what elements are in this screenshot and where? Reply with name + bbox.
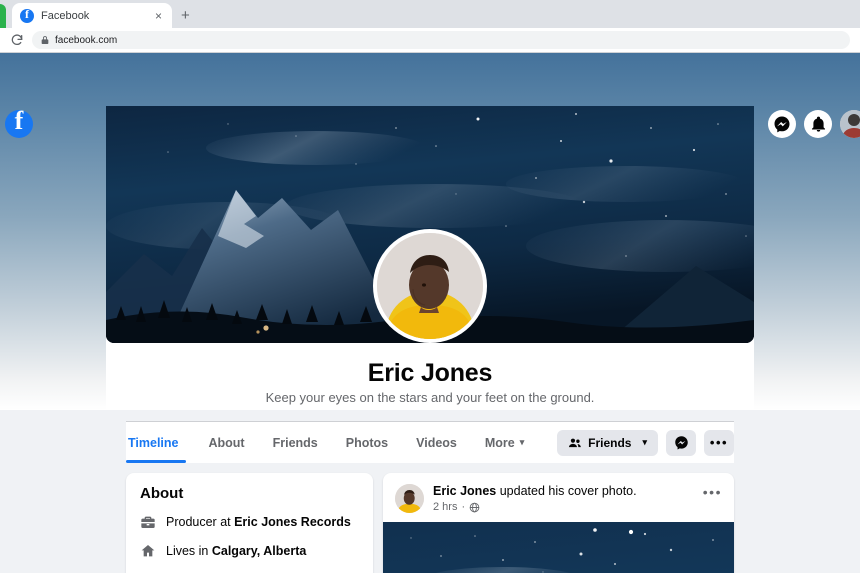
friends-status-button[interactable]: Friends ▾ [557, 429, 658, 456]
tab-title: Facebook [41, 9, 90, 22]
account-avatar-image [840, 110, 860, 138]
browser-toolbar: facebook.com [0, 28, 860, 53]
tab-photos[interactable]: Photos [332, 422, 402, 463]
notifications-button[interactable] [804, 110, 832, 138]
post-subline: 2 hrs · [433, 501, 694, 513]
post-author-name[interactable]: Eric Jones [433, 484, 496, 498]
about-card: About Producer at Eric Jones Records Liv… [126, 473, 373, 573]
tab-photos-label: Photos [345, 435, 389, 450]
tab-more-label: More [484, 435, 515, 450]
profile-photo[interactable] [373, 229, 487, 343]
account-avatar[interactable] [840, 110, 860, 138]
profile-actions: Friends ▾ ••• [557, 429, 734, 456]
post-header: Eric Jones updated his cover photo. 2 hr… [383, 473, 734, 522]
browser-chrome: Facebook × + facebook.com [0, 0, 860, 53]
about-card-title: About [140, 485, 184, 502]
profile-content: About Producer at Eric Jones Records Liv… [0, 463, 860, 573]
tab-videos-label: Videos [416, 435, 457, 450]
about-work-text: Producer at Eric Jones Records [166, 515, 351, 529]
about-lives-value[interactable]: Calgary, Alberta [212, 544, 306, 558]
reload-icon[interactable] [10, 33, 24, 47]
tab-timeline[interactable]: Timeline [126, 422, 194, 463]
profile-nav-bar: Timeline About Friends Photos Videos Mor… [126, 421, 734, 463]
globe-icon [469, 502, 480, 512]
lock-icon [41, 36, 49, 44]
address-bar[interactable]: facebook.com [32, 31, 850, 49]
browser-tab-facebook[interactable]: Facebook × [12, 3, 172, 28]
post-card: Eric Jones updated his cover photo. 2 hr… [383, 473, 734, 573]
message-button[interactable] [666, 429, 696, 456]
top-actions [768, 110, 860, 138]
post-author-avatar-image [395, 484, 424, 513]
post-image[interactable] [383, 522, 734, 573]
tab-videos[interactable]: Videos [402, 422, 471, 463]
post-author-avatar[interactable] [395, 484, 424, 513]
profile-more-button[interactable]: ••• [704, 429, 734, 456]
profile-header-card: Eric Jones Keep your eyes on the stars a… [106, 106, 754, 410]
post-meta: Eric Jones updated his cover photo. 2 hr… [433, 484, 694, 513]
nav-tabs: Timeline About Friends Photos Videos Mor… [126, 422, 538, 463]
facebook-favicon [20, 7, 34, 23]
about-work-prefix: Producer at [166, 515, 235, 529]
more-dots-icon: ••• [709, 434, 729, 450]
new-tab-button[interactable]: + [176, 6, 195, 25]
post-action-text: updated his cover photo. [496, 484, 637, 498]
home-icon [141, 545, 155, 557]
tab-about-label: About [208, 435, 245, 450]
chevron-down-icon: ▾ [519, 437, 525, 447]
tab-friends[interactable]: Friends [259, 422, 332, 463]
friends-status-label: Friends [588, 435, 632, 450]
post-headline: Eric Jones updated his cover photo. [433, 484, 694, 499]
tab-timeline-label: Timeline [128, 435, 179, 450]
tab-strip: Facebook × + [0, 0, 860, 28]
about-lives-prefix: Lives in [166, 544, 212, 558]
close-icon[interactable]: × [153, 10, 164, 22]
briefcase-icon [141, 516, 155, 528]
profile-photo-image [377, 233, 483, 339]
page-title: Eric Jones [367, 359, 493, 387]
post-separator: · [461, 501, 466, 513]
post-menu-button[interactable]: ••• [703, 484, 722, 499]
profile-bio: Keep your eyes on the stars and your fee… [265, 390, 595, 405]
facebook-page: Eric Jones Keep your eyes on the stars a… [0, 53, 860, 573]
post-image-content [383, 522, 734, 573]
adjacent-tab-sliver[interactable] [0, 4, 6, 28]
tab-more[interactable]: More ▾ [471, 422, 538, 463]
profile-photo-frame [377, 233, 483, 339]
about-lives-text: Lives in Calgary, Alberta [166, 544, 306, 558]
about-row-lives: Lives in Calgary, Alberta [140, 543, 359, 559]
messenger-icon [674, 436, 688, 450]
post-time[interactable]: 2 hrs [433, 501, 457, 513]
messenger-button[interactable] [768, 110, 796, 138]
about-row-work: Producer at Eric Jones Records [140, 514, 359, 530]
tab-about[interactable]: About [194, 422, 258, 463]
url-text: facebook.com [55, 34, 118, 46]
bell-icon [811, 116, 825, 132]
chevron-down-icon: ▾ [642, 437, 647, 447]
tab-friends-label: Friends [272, 435, 318, 450]
about-work-value[interactable]: Eric Jones Records [234, 515, 351, 529]
messenger-icon [774, 116, 790, 133]
friends-icon [569, 438, 581, 447]
facebook-logo[interactable] [5, 106, 33, 138]
